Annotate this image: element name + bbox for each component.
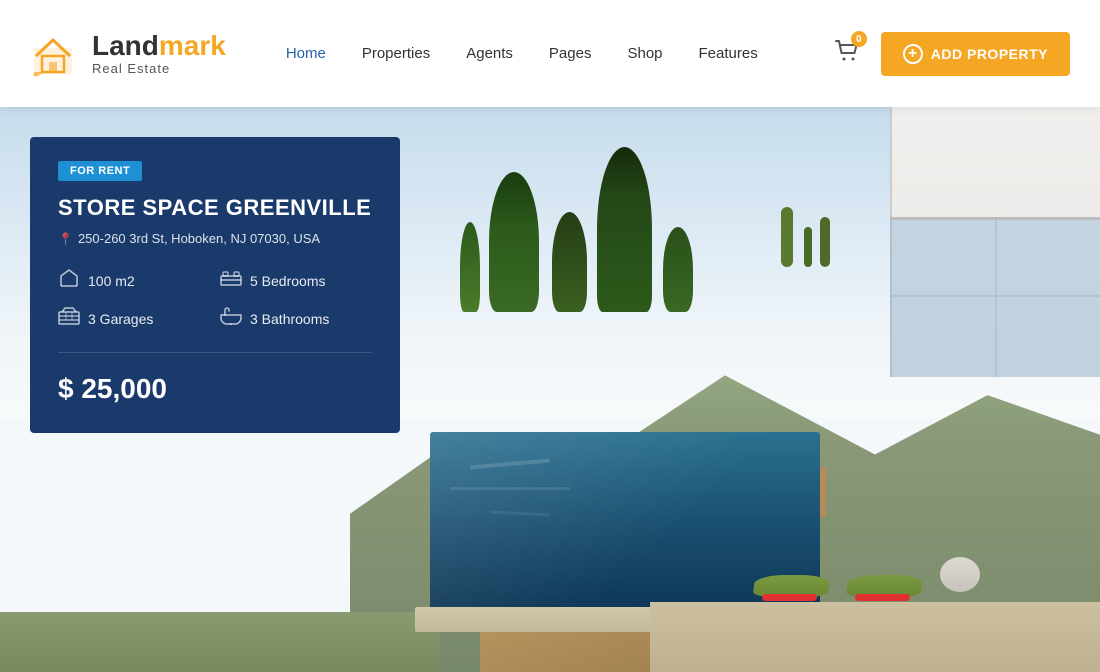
garage-icon: [58, 307, 80, 330]
cart-button[interactable]: 0: [833, 37, 861, 70]
add-property-button[interactable]: + ADD PROPERTY: [881, 32, 1070, 76]
property-price: $ 25,000: [58, 373, 372, 405]
nav-agents[interactable]: Agents: [466, 45, 513, 62]
property-card: FOR RENT STORE SPACE GREENVILLE 📍 250-26…: [30, 137, 400, 433]
card-divider: [58, 352, 372, 353]
header-right: 0 + ADD PROPERTY: [833, 32, 1070, 76]
bedrooms-value: 5 Bedrooms: [250, 273, 325, 289]
property-features: 100 m2 5 Bedrooms: [58, 268, 372, 330]
for-rent-badge: FOR RENT: [58, 161, 142, 181]
nav-pages[interactable]: Pages: [549, 45, 592, 62]
feature-area: 100 m2: [58, 268, 210, 293]
feature-bathrooms: 3 Bathrooms: [220, 307, 372, 330]
property-title: STORE SPACE GREENVILLE: [58, 195, 372, 221]
area-value: 100 m2: [88, 273, 135, 289]
plus-icon: +: [903, 44, 923, 64]
logo[interactable]: Landmark Real Estate: [30, 28, 226, 80]
pin-icon: 📍: [58, 232, 73, 246]
nav-shop[interactable]: Shop: [627, 45, 662, 62]
nav-properties[interactable]: Properties: [362, 45, 430, 62]
logo-subtitle: Real Estate: [92, 62, 226, 76]
property-address: 📍 250-260 3rd St, Hoboken, NJ 07030, USA: [58, 231, 372, 246]
logo-brand: Landmark: [92, 31, 226, 62]
nav-home[interactable]: Home: [286, 45, 326, 62]
bathrooms-value: 3 Bathrooms: [250, 311, 329, 327]
address-text: 250-260 3rd St, Hoboken, NJ 07030, USA: [78, 231, 320, 246]
hero-section: FOR RENT STORE SPACE GREENVILLE 📍 250-26…: [0, 107, 1100, 672]
bathroom-icon: [220, 307, 242, 330]
header: Landmark Real Estate Home Properties Age…: [0, 0, 1100, 107]
nav-features[interactable]: Features: [699, 45, 758, 62]
logo-icon: [30, 28, 82, 80]
logo-text: Landmark Real Estate: [92, 31, 226, 76]
bedroom-icon: [220, 270, 242, 291]
feature-bedrooms: 5 Bedrooms: [220, 268, 372, 293]
cart-badge: 0: [851, 31, 867, 47]
feature-garages: 3 Garages: [58, 307, 210, 330]
main-nav: Home Properties Agents Pages Shop Featur…: [286, 45, 833, 62]
area-icon: [58, 268, 80, 293]
add-property-label: ADD PROPERTY: [931, 46, 1048, 62]
garages-value: 3 Garages: [88, 311, 153, 327]
